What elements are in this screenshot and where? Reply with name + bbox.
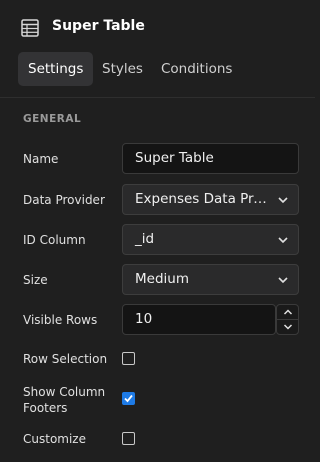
tab-conditions[interactable]: Conditions: [161, 52, 232, 86]
row-selection-label: Row Selection: [23, 352, 108, 366]
name-input[interactable]: Super Table: [122, 143, 299, 174]
id-column-select[interactable]: _id: [122, 224, 299, 255]
size-label: Size: [23, 273, 48, 287]
chevron-down-icon: [278, 277, 288, 284]
show-column-footers-checkbox[interactable]: [122, 392, 135, 405]
tab-styles[interactable]: Styles: [102, 52, 143, 86]
show-column-footers-label-line2: Footers: [23, 401, 68, 415]
customize-checkbox[interactable]: [122, 432, 135, 445]
visible-rows-label: Visible Rows: [23, 313, 98, 327]
component-title: Super Table: [52, 18, 145, 34]
show-column-footers-label: Show Column Footers: [23, 384, 105, 416]
checkmark-icon: [124, 394, 133, 403]
chevron-down-icon: [283, 324, 292, 330]
visible-rows-stepper: [276, 304, 299, 335]
chevron-up-icon: [283, 309, 292, 315]
tab-bar: Settings Styles Conditions: [18, 52, 298, 86]
name-label: Name: [23, 152, 59, 166]
show-column-footers-label-line1: Show Column: [23, 385, 106, 399]
table-icon: [21, 19, 39, 37]
decrement-button[interactable]: [277, 320, 298, 335]
header-divider: [0, 97, 315, 98]
id-column-label: ID Column: [23, 233, 86, 247]
tab-settings[interactable]: Settings: [18, 52, 94, 86]
size-select[interactable]: Medium: [122, 264, 299, 295]
chevron-down-icon: [278, 197, 288, 204]
customize-label: Customize: [23, 432, 86, 446]
size-value: Medium: [135, 271, 189, 287]
data-provider-value: Expenses Data Provi...: [135, 191, 287, 207]
visible-rows-input[interactable]: 10: [122, 304, 276, 335]
data-provider-label: Data Provider: [23, 193, 105, 207]
section-title-general: GENERAL: [23, 113, 82, 125]
data-provider-select[interactable]: Expenses Data Provi...: [122, 184, 299, 215]
id-column-value: _id: [135, 231, 155, 247]
panel-header: Super Table: [0, 0, 315, 54]
chevron-down-icon: [278, 237, 288, 244]
row-selection-checkbox[interactable]: [122, 352, 135, 365]
increment-button[interactable]: [277, 305, 298, 320]
